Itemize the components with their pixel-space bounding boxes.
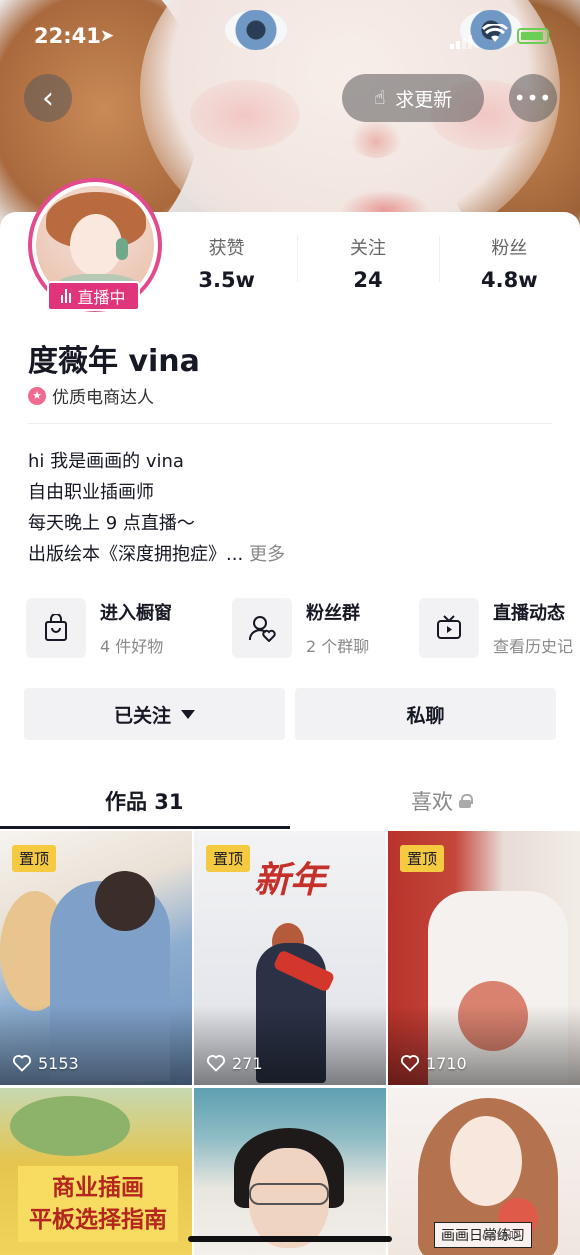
more-button[interactable]: •••: [509, 74, 557, 122]
feature-title: 粉丝群: [306, 603, 360, 624]
feature-title: 直播动态: [493, 603, 565, 624]
bio-more-link[interactable]: 更多: [249, 544, 285, 565]
more-dots-icon: •••: [513, 86, 553, 110]
caret-down-icon: [181, 709, 195, 719]
stat-label: 获赞: [208, 238, 245, 259]
following-button[interactable]: 已关注: [24, 688, 285, 740]
like-count-value: 5153: [38, 1053, 79, 1073]
badge-icon: ★: [28, 386, 46, 405]
tab-works[interactable]: 作品 31: [105, 786, 184, 816]
status-bar: 22:41 ➤: [0, 0, 580, 70]
heart-icon: [400, 1055, 420, 1072]
creator-tag[interactable]: ★ 优质电商达人: [28, 383, 154, 408]
tab-indicator: [0, 826, 290, 829]
video-tile[interactable]: 商业插画 平板选择指南: [0, 1088, 192, 1255]
content-tabs: 作品 31 喜欢: [0, 770, 580, 830]
bio-line: 自由职业插画师: [28, 482, 154, 503]
stat-likes[interactable]: 获赞 3.5w: [156, 226, 297, 296]
profile-bio[interactable]: hi 我是画画的 vina 自由职业插画师 每天晚上 9 点直播～ 出版绘本《深…: [28, 446, 285, 570]
video-promo-text: 商业插画 平板选择指南: [18, 1166, 178, 1242]
shopping-bag-icon: [26, 598, 86, 658]
message-label: 私聊: [406, 704, 445, 727]
location-icon: ➤: [100, 26, 115, 46]
profile-stats: 获赞 3.5w 关注 24 粉丝 4.8w: [156, 226, 580, 296]
pinned-badge: 置顶: [12, 845, 57, 872]
message-button[interactable]: 私聊: [295, 688, 556, 740]
video-title-art: 新年: [254, 859, 327, 901]
watermark: eate吧: [482, 1229, 521, 1243]
pointing-hand-icon: ☝: [373, 87, 386, 109]
request-update-label: 求更新: [395, 88, 453, 111]
feature-subtitle: 4 件好物: [100, 637, 164, 656]
video-tile[interactable]: 新年 置顶 271: [194, 831, 386, 1085]
heart-icon: [206, 1055, 226, 1072]
live-bars-icon: [61, 289, 72, 303]
stat-label: 关注: [349, 238, 386, 259]
feature-fan-group[interactable]: 粉丝群 2 个群聊: [232, 597, 369, 659]
heart-icon: [12, 1055, 32, 1072]
status-time: 22:41: [34, 24, 101, 48]
bio-line: 每天晚上 9 点直播～: [28, 513, 195, 534]
feature-subtitle: 2 个群聊: [306, 637, 370, 656]
back-button[interactable]: ‹: [24, 74, 72, 122]
wifi-icon: [481, 22, 509, 49]
tab-likes-label: 喜欢: [411, 790, 453, 814]
stat-following[interactable]: 关注 24: [297, 226, 438, 296]
video-tile[interactable]: 置顶 1710: [388, 831, 580, 1085]
feature-shop-window[interactable]: 进入橱窗 4 件好物: [26, 597, 172, 659]
feature-live-history[interactable]: 直播动态 查看历史记: [419, 597, 573, 659]
signal-icon: [450, 30, 474, 49]
following-label: 已关注: [113, 704, 171, 727]
battery-icon: [517, 28, 549, 44]
creator-tag-label: 优质电商达人: [52, 388, 154, 408]
like-count: 5153: [12, 1053, 79, 1073]
profile-name: 度薇年 vina: [28, 344, 200, 379]
video-tile[interactable]: [194, 1088, 386, 1255]
pinned-badge: 置顶: [206, 845, 251, 872]
stat-value: 4.8w: [481, 268, 538, 292]
request-update-button[interactable]: ☝ 求更新: [342, 74, 484, 122]
feature-title: 进入橱窗: [100, 603, 172, 624]
live-label: 直播中: [77, 288, 126, 307]
like-count-value: 271: [232, 1053, 263, 1073]
live-badge[interactable]: 直播中: [47, 281, 140, 311]
bio-line: hi 我是画画的 vina: [28, 451, 184, 472]
chevron-left-icon: ‹: [42, 80, 54, 116]
feature-row: 进入橱窗 4 件好物 粉丝群 2 个群聊 直播动态 查看历史记: [26, 597, 580, 659]
divider: [28, 423, 552, 424]
like-count-value: 1710: [426, 1053, 467, 1073]
stat-value: 3.5w: [198, 268, 255, 292]
tab-likes[interactable]: 喜欢: [411, 786, 473, 816]
bio-line: 出版绘本《深度拥抱症》...: [28, 544, 244, 565]
video-tile[interactable]: 置顶 5153: [0, 831, 192, 1085]
lock-icon: [459, 794, 473, 808]
like-count: 1710: [400, 1053, 467, 1073]
home-indicator[interactable]: [188, 1236, 392, 1242]
fan-group-icon: [232, 598, 292, 658]
stat-followers[interactable]: 粉丝 4.8w: [438, 226, 580, 296]
video-grid: 置顶 5153 新年 置顶 271 置顶 1710 商业插画 平板选择指南 画画…: [0, 831, 580, 1255]
pinned-badge: 置顶: [400, 845, 445, 872]
feature-subtitle: 查看历史记: [493, 637, 574, 656]
tv-icon: [419, 598, 479, 658]
like-count: 271: [206, 1053, 263, 1073]
stat-value: 24: [353, 268, 383, 292]
stat-label: 粉丝: [491, 238, 528, 259]
